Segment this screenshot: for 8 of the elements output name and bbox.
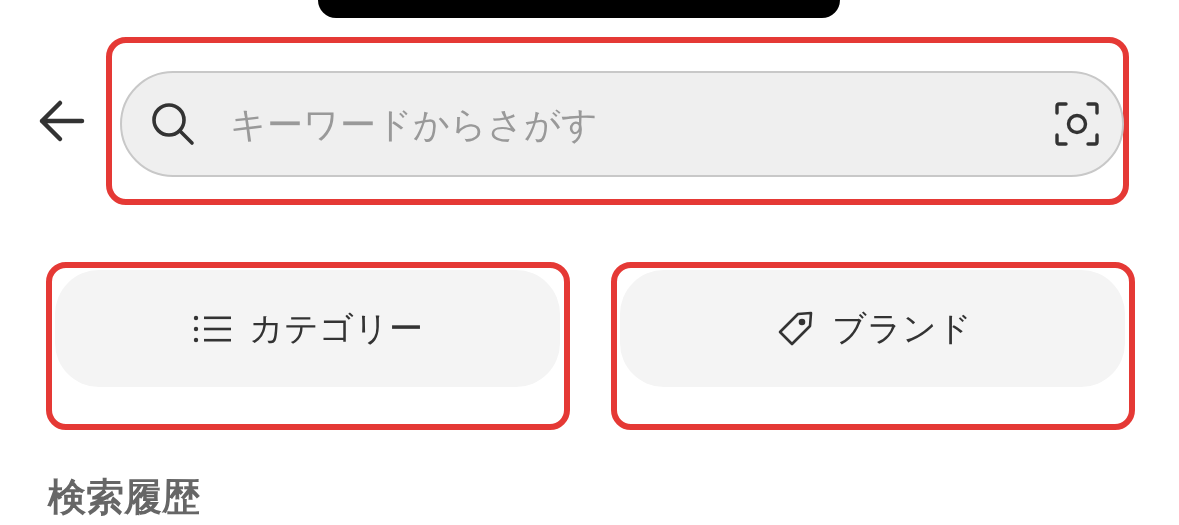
section-heading: 検索履歴 <box>48 474 201 521</box>
category-button[interactable]: カテゴリー <box>55 270 560 387</box>
search-input[interactable]: キーワードからさがす <box>228 102 1054 146</box>
brand-button[interactable]: ブランド <box>620 270 1125 387</box>
search-field[interactable]: キーワードからさがす <box>120 71 1124 177</box>
search-icon <box>150 101 196 147</box>
list-icon <box>192 313 233 344</box>
camera-scan-icon[interactable] <box>1054 101 1100 147</box>
